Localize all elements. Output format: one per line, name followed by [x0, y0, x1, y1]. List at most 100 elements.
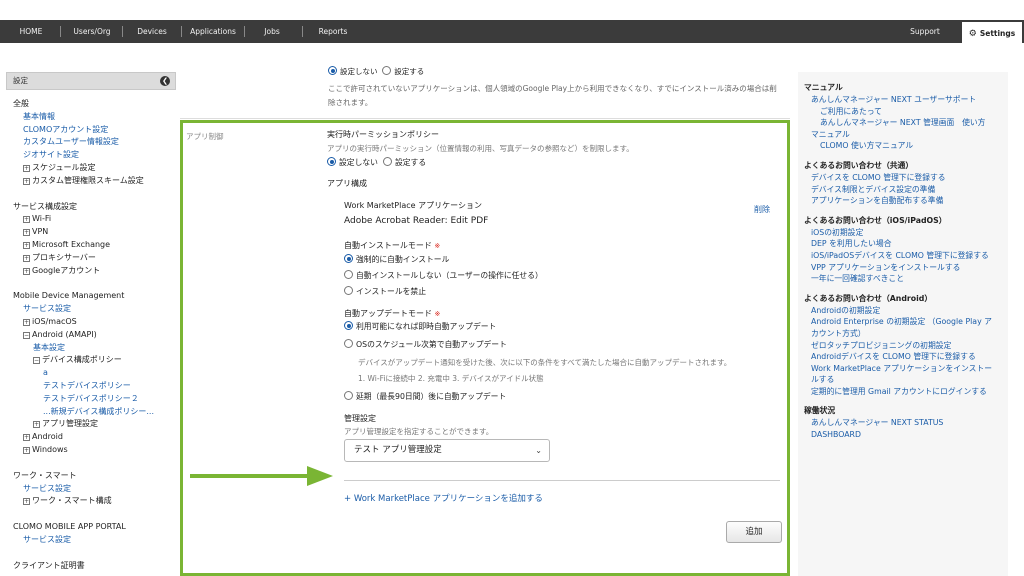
- help-link[interactable]: あんしんマネージャー NEXT STATUS: [804, 417, 1002, 429]
- help-link[interactable]: デバイス制限とデバイス設定の準備: [804, 184, 1002, 196]
- sidebar-tree-item[interactable]: + プロキシサーバー: [13, 252, 176, 265]
- help-link[interactable]: Android Enterprise の初期設定 （Google Play ア: [804, 316, 1002, 328]
- expand-box-icon[interactable]: +: [23, 267, 30, 275]
- sidebar-link[interactable]: サービス設定: [13, 534, 176, 547]
- help-link[interactable]: VPP アプリケーションをインストールする: [804, 262, 1002, 274]
- sidebar-link[interactable]: サービス設定: [13, 483, 176, 496]
- mgmt-config-select[interactable]: テスト アプリ管理設定 ⌄: [344, 439, 550, 462]
- expand-box-icon[interactable]: +: [23, 254, 30, 262]
- help-link[interactable]: 定期的に管理用 Gmail アカウントにログインする: [804, 386, 1002, 398]
- sidebar-tree-label: Android (AMAPI): [32, 329, 97, 339]
- sidebar-link[interactable]: ...新規デバイス構成ポリシー...: [13, 406, 176, 419]
- sidebar-tree-item[interactable]: + スケジュール設定: [13, 162, 176, 175]
- help-link[interactable]: iOSの初期設定: [804, 227, 1002, 239]
- help-link[interactable]: アプリケーションを自動配布する準備: [804, 195, 1002, 207]
- sidebar-tree-item[interactable]: + アプリ管理設定: [13, 418, 176, 431]
- sidebar-tree-label: Android: [32, 432, 63, 442]
- delete-link[interactable]: 削除: [754, 204, 770, 215]
- nav-devices[interactable]: Devices: [128, 20, 176, 43]
- expand-box-icon[interactable]: +: [23, 318, 30, 326]
- sidebar-link[interactable]: 基本情報: [13, 111, 176, 124]
- radio-button[interactable]: [344, 254, 353, 263]
- expand-box-icon[interactable]: +: [33, 421, 40, 429]
- sidebar-tree-item[interactable]: + VPN: [13, 226, 176, 239]
- help-group-title: よくあるお問い合わせ（iOS/iPadOS）: [804, 215, 947, 225]
- expand-box-icon[interactable]: +: [23, 229, 30, 237]
- expand-box-icon[interactable]: +: [23, 498, 30, 506]
- collapse-icon[interactable]: ❮: [160, 76, 170, 86]
- help-group-title: よくあるお問い合わせ（共通）: [804, 160, 914, 170]
- expand-box-icon[interactable]: +: [23, 446, 30, 454]
- help-link[interactable]: 一年に一回確認すべきこと: [804, 273, 1002, 285]
- add-wm-app-link[interactable]: + Work MarketPlace アプリケーションを追加する: [344, 492, 543, 504]
- sidebar-tree-item[interactable]: + Android: [13, 431, 176, 444]
- expand-box-icon[interactable]: +: [23, 177, 30, 185]
- expand-box-icon[interactable]: +: [23, 216, 30, 224]
- radio-top-off[interactable]: [328, 66, 337, 75]
- sidebar-tree-item[interactable]: + Wi-Fi: [13, 213, 176, 226]
- auto-update-option-1[interactable]: 利用可能になれば即時自動アップデート: [344, 321, 496, 332]
- nav-jobs[interactable]: Jobs: [250, 20, 294, 43]
- nav-reports[interactable]: Reports: [310, 20, 356, 43]
- collapse-box-icon[interactable]: −: [23, 331, 30, 339]
- nav-settings-tab[interactable]: ⚙ Settings: [962, 20, 1022, 43]
- help-link[interactable]: ゼロタッチプロビジョニングの初期設定: [804, 340, 1002, 352]
- nav-home[interactable]: HOME: [10, 20, 52, 43]
- auto-install-option-3[interactable]: インストールを禁止: [344, 286, 426, 297]
- help-link[interactable]: Work MarketPlace アプリケーションをインストー: [804, 363, 1002, 375]
- sidebar-link[interactable]: 基本設定: [13, 342, 176, 355]
- sidebar-link[interactable]: テストデバイスポリシー２: [13, 393, 176, 406]
- sidebar-link[interactable]: テストデバイスポリシー: [13, 380, 176, 393]
- sidebar-tree-item[interactable]: − デバイス構成ポリシー: [13, 354, 176, 367]
- help-link[interactable]: CLOMO 使い方マニュアル: [804, 140, 1002, 152]
- auto-install-option-1[interactable]: 強制的に自動インストール: [344, 254, 449, 265]
- radio-top-on[interactable]: [382, 66, 392, 75]
- help-link[interactable]: Androidデバイスを CLOMO 管理下に登録する: [804, 351, 1002, 363]
- radio-button[interactable]: [344, 270, 353, 279]
- auto-update-option-3[interactable]: 延期（最長90日間）後に自動アップデート: [344, 391, 506, 402]
- sidebar-link[interactable]: サービス設定: [13, 303, 176, 316]
- sidebar-tree-item[interactable]: − Android (AMAPI): [13, 329, 176, 342]
- sidebar-tree-item[interactable]: + Windows: [13, 444, 176, 457]
- help-link[interactable]: マニュアル: [804, 129, 1002, 141]
- radio-button[interactable]: [344, 391, 353, 400]
- radio-runtime-on[interactable]: [382, 157, 392, 166]
- nav-support[interactable]: Support: [900, 20, 950, 43]
- help-link[interactable]: DEP を利用したい場合: [804, 238, 1002, 250]
- help-link[interactable]: Androidの初期設定: [804, 305, 1002, 317]
- sidebar-link[interactable]: カスタムユーザー情報設定: [13, 136, 176, 149]
- mgmt-select-value: テスト アプリ管理設定: [354, 445, 442, 455]
- radio-button[interactable]: [344, 286, 353, 295]
- radio-button[interactable]: [344, 321, 353, 330]
- radio-runtime-off[interactable]: [327, 157, 336, 166]
- help-link[interactable]: カウント方式）: [804, 328, 1002, 340]
- expand-box-icon[interactable]: +: [23, 434, 30, 442]
- nav-applications[interactable]: Applications: [186, 20, 240, 43]
- expand-box-icon[interactable]: +: [23, 164, 30, 172]
- help-link[interactable]: あんしんマネージャー NEXT ユーザーサポート: [804, 94, 1002, 106]
- sidebar-tree-label: Windows: [32, 444, 68, 454]
- help-link[interactable]: iOS/iPadOSデバイスを CLOMO 管理下に登録する: [804, 250, 1002, 262]
- sidebar-tree-item[interactable]: + Microsoft Exchange: [13, 239, 176, 252]
- sidebar-link[interactable]: CLOMOアカウント設定: [13, 124, 176, 137]
- help-link[interactable]: あんしんマネージャー NEXT 管理画面 使い方: [804, 117, 1002, 129]
- sidebar-tree-item[interactable]: + Googleアカウント: [13, 265, 176, 278]
- auto-update-option-2[interactable]: OSのスケジュール次第で自動アップデート: [344, 339, 507, 350]
- radio-button[interactable]: [344, 339, 353, 348]
- sidebar-tree-item[interactable]: + カスタム管理権限スキーム設定: [13, 175, 176, 188]
- auto-install-option-2[interactable]: 自動インストールしない（ユーザーの操作に任せる）: [344, 270, 543, 281]
- expand-box-icon[interactable]: +: [23, 241, 30, 249]
- add-button[interactable]: 追加: [726, 521, 782, 543]
- auto-update-label: 自動アップデートモード: [344, 309, 432, 318]
- sidebar-link[interactable]: a: [13, 367, 176, 380]
- help-link[interactable]: ルする: [804, 374, 1002, 386]
- sidebar-tree-item[interactable]: + ワーク・スマート構成: [13, 495, 176, 508]
- sidebar-link[interactable]: ジオサイト設定: [13, 149, 176, 162]
- collapse-box-icon[interactable]: −: [33, 357, 40, 365]
- help-link[interactable]: ご利用にあたって: [804, 106, 1002, 118]
- nav-users-org[interactable]: Users/Org: [64, 20, 120, 43]
- help-link[interactable]: デバイスを CLOMO 管理下に登録する: [804, 172, 1002, 184]
- radio-label: 設定しない: [339, 158, 378, 167]
- help-link[interactable]: DASHBOARD: [804, 429, 1002, 441]
- sidebar-tree-item[interactable]: + iOS/macOS: [13, 316, 176, 329]
